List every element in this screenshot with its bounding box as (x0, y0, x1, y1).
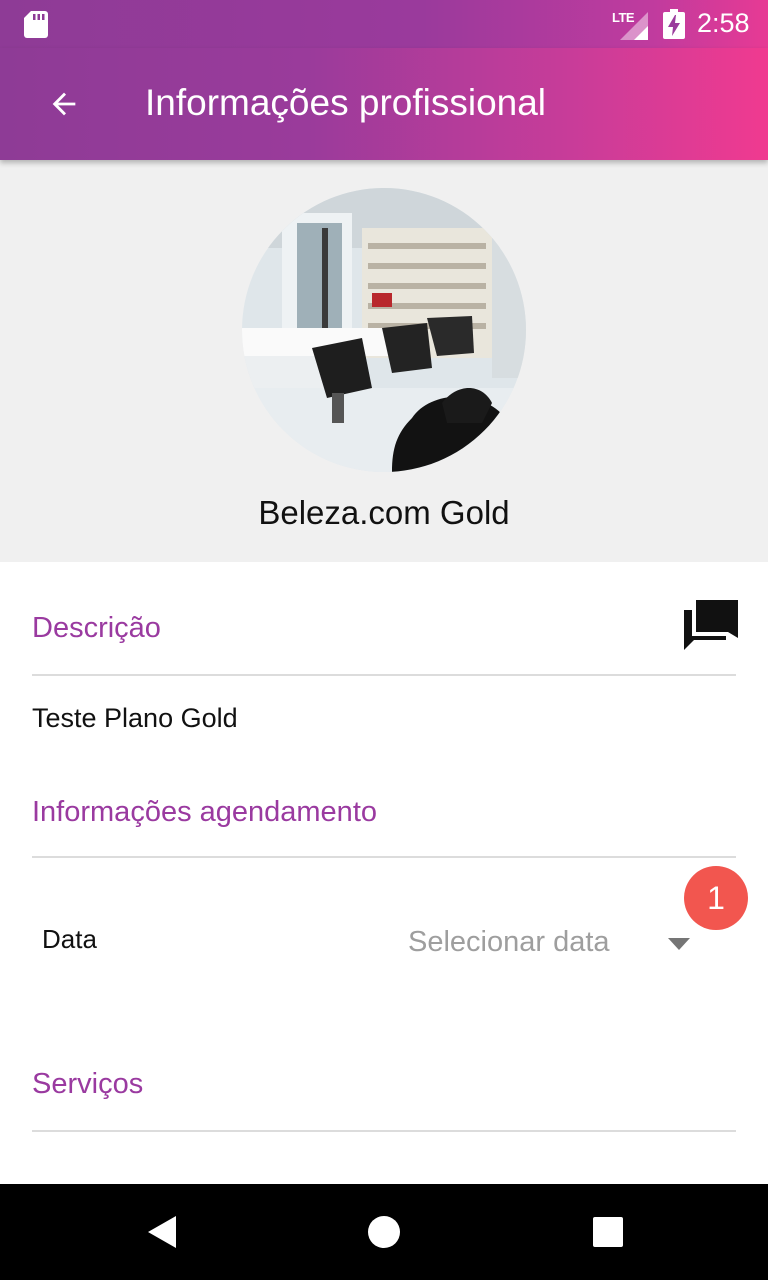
clock: 2:58 (697, 8, 750, 38)
description-divider (32, 674, 736, 676)
description-section-title: Descrição (32, 612, 161, 644)
date-placeholder: Selecionar data (408, 926, 610, 958)
notification-badge: 1 (684, 866, 748, 930)
salon-photo (242, 188, 526, 472)
nav-home-icon[interactable] (366, 1214, 402, 1250)
profile-header: Beleza.com Gold (0, 160, 768, 562)
scheduling-section-title: Informações agendamento (32, 796, 377, 828)
services-divider (32, 1130, 736, 1132)
date-label: Data (42, 924, 97, 954)
avatar (242, 188, 526, 472)
chevron-down-icon (668, 938, 690, 950)
status-bar: LTE 2:58 (0, 0, 768, 48)
description-text: Teste Plano Gold (32, 703, 238, 733)
page-title: Informações profissional (145, 82, 547, 123)
back-button[interactable] (36, 76, 92, 132)
battery-charging-icon (663, 9, 685, 39)
system-nav-bar (0, 1184, 768, 1280)
chat-icon[interactable] (684, 600, 738, 652)
scheduling-divider (32, 856, 736, 858)
nav-back-icon[interactable] (144, 1214, 180, 1250)
sd-card-icon (24, 11, 48, 38)
lte-signal-icon (620, 12, 648, 40)
arrow-back-icon (52, 92, 76, 116)
nav-recents-icon[interactable] (592, 1216, 624, 1248)
services-section-title: Serviços (32, 1068, 144, 1100)
app-bar: Informações profissional (0, 48, 768, 160)
profile-name: Beleza.com Gold (258, 494, 510, 531)
date-select[interactable]: Selecionar data (400, 920, 700, 968)
